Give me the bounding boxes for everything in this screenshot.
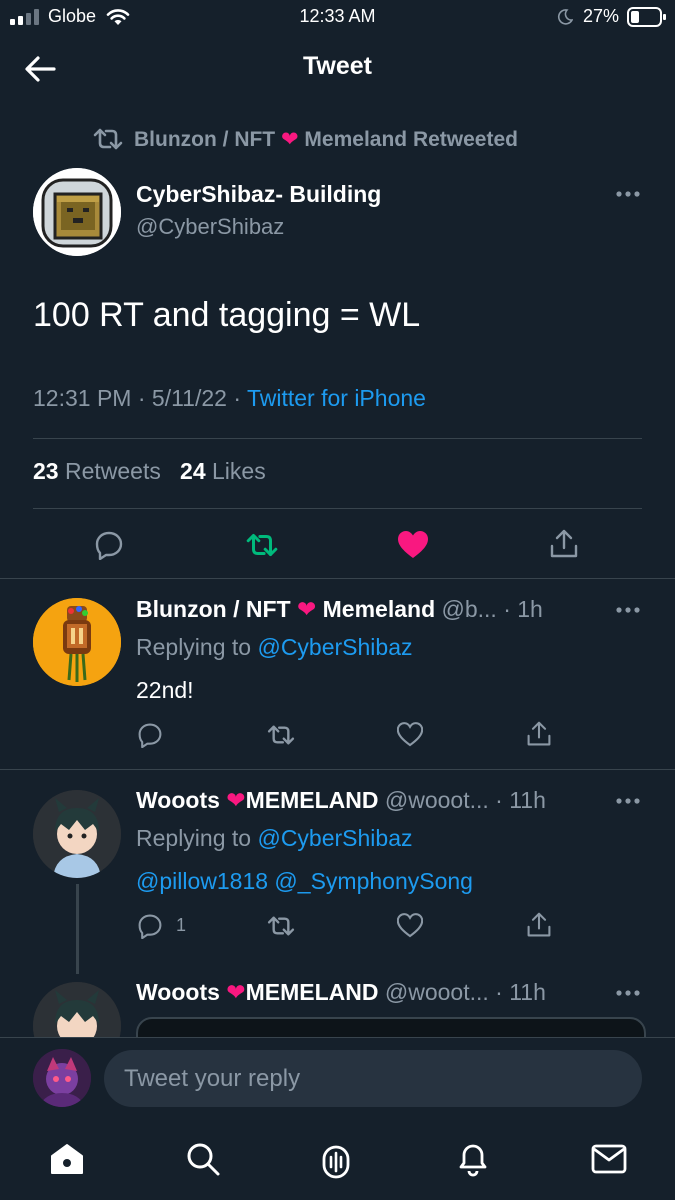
avatar[interactable] xyxy=(33,598,121,686)
more-options-icon[interactable] xyxy=(615,606,641,614)
user-avatar-image xyxy=(33,1049,91,1107)
reply-icon[interactable] xyxy=(94,530,124,560)
tweet-date: 5/11/22 xyxy=(151,385,227,411)
retweet-icon xyxy=(93,128,123,150)
notifications-icon[interactable] xyxy=(455,1139,491,1179)
share-icon[interactable] xyxy=(526,911,552,939)
anime-boy-avatar-image xyxy=(33,982,121,1037)
reply-icon[interactable] xyxy=(137,722,163,748)
heart-emoji-icon: ❤ xyxy=(226,979,246,1005)
replying-to: Replying to @CyberShibaz xyxy=(136,634,413,660)
divider xyxy=(0,1037,675,1038)
like-icon[interactable] xyxy=(397,722,423,747)
reply-input[interactable]: Tweet your reply xyxy=(104,1050,642,1107)
heart-emoji-icon: ❤ xyxy=(296,596,317,622)
my-avatar[interactable] xyxy=(33,1049,91,1107)
battery-percent: 27% xyxy=(583,6,620,26)
anime-boy-avatar-image xyxy=(33,790,121,878)
more-options-icon[interactable] xyxy=(615,989,641,997)
status-bar: Globe 12:33 AM 27% xyxy=(0,0,675,36)
retweeted-by[interactable]: Blunzon / NFT ❤ Memeland Retweeted xyxy=(92,124,518,154)
media-preview[interactable] xyxy=(136,1017,646,1037)
like-icon[interactable] xyxy=(397,913,423,938)
retweets-stat[interactable]: 23 Retweets xyxy=(33,458,161,484)
reply-author[interactable]: Wooots ❤MEMELAND @wooot... · 11h xyxy=(136,787,546,814)
gauntlet-avatar-image xyxy=(33,598,121,686)
share-icon[interactable] xyxy=(549,528,579,560)
avatar[interactable] xyxy=(33,168,121,256)
messages-icon[interactable] xyxy=(591,1143,627,1175)
author-name[interactable]: CyberShibaz- Building xyxy=(136,181,381,208)
search-icon[interactable] xyxy=(185,1141,221,1177)
tweet-meta: 12:31 PM · 5/11/22 · Twitter for iPhone xyxy=(33,385,426,411)
heart-emoji-icon: ❤ xyxy=(226,787,246,813)
retweet-icon[interactable] xyxy=(266,724,296,746)
divider xyxy=(0,769,675,770)
avatar[interactable] xyxy=(33,982,121,1037)
home-icon[interactable] xyxy=(49,1141,85,1177)
avatar[interactable] xyxy=(33,790,121,878)
heart-icon[interactable] xyxy=(397,530,429,560)
more-options-icon[interactable] xyxy=(615,797,641,805)
divider xyxy=(33,438,642,439)
spaces-icon[interactable] xyxy=(318,1139,354,1179)
retweeted-by-label: Blunzon / NFT ❤ Memeland Retweeted xyxy=(134,127,518,151)
divider xyxy=(33,508,642,509)
reply-author[interactable]: Blunzon / NFT ❤ Memeland @b... · 1h xyxy=(136,596,543,623)
reply-count: 1 xyxy=(176,915,187,935)
reply-text: 22nd! xyxy=(136,677,194,703)
replying-to-handle[interactable]: @CyberShibaz xyxy=(257,634,412,660)
reply-handle-time: @b... · 1h xyxy=(441,596,543,622)
reply-mentions[interactable]: @pillow1818 @_SymphonySong xyxy=(136,868,473,895)
retweet-icon[interactable] xyxy=(245,532,279,558)
tweet-stats: 23 Retweets 24 Likes xyxy=(33,458,266,485)
heart-emoji-icon: ❤ xyxy=(280,127,299,151)
reply-author[interactable]: Wooots ❤MEMELAND @wooot... · 11h xyxy=(136,979,546,1006)
replying-to-handle[interactable]: @CyberShibaz xyxy=(257,825,412,851)
reply-handle-time: @wooot... · 11h xyxy=(384,979,546,1005)
tweet-time: 12:31 PM xyxy=(33,385,132,411)
clock: 12:33 AM xyxy=(299,6,376,26)
tab-bar xyxy=(0,1125,675,1200)
retweet-icon[interactable] xyxy=(266,915,296,937)
likes-stat[interactable]: 24 Likes xyxy=(180,458,266,484)
tweet-source[interactable]: Twitter for iPhone xyxy=(247,385,426,411)
more-options-icon[interactable] xyxy=(615,190,641,198)
battery-icon xyxy=(627,7,666,27)
moon-icon xyxy=(557,9,573,25)
author-handle[interactable]: @CyberShibaz xyxy=(136,214,284,240)
astronaut-shiba-avatar-image xyxy=(33,168,121,256)
thread-connector xyxy=(76,884,79,974)
tweet-text: 100 RT and tagging = WL xyxy=(33,296,421,334)
thread-reply-partial[interactable]: Wooots ❤MEMELAND @wooot... · 11h xyxy=(0,975,675,1037)
share-icon[interactable] xyxy=(526,720,552,748)
page-title: Tweet xyxy=(303,52,372,80)
reply-icon[interactable] xyxy=(137,913,163,939)
reply-handle-time: @wooot... · 11h xyxy=(384,787,546,813)
replying-to: Replying to @CyberShibaz xyxy=(136,825,413,851)
